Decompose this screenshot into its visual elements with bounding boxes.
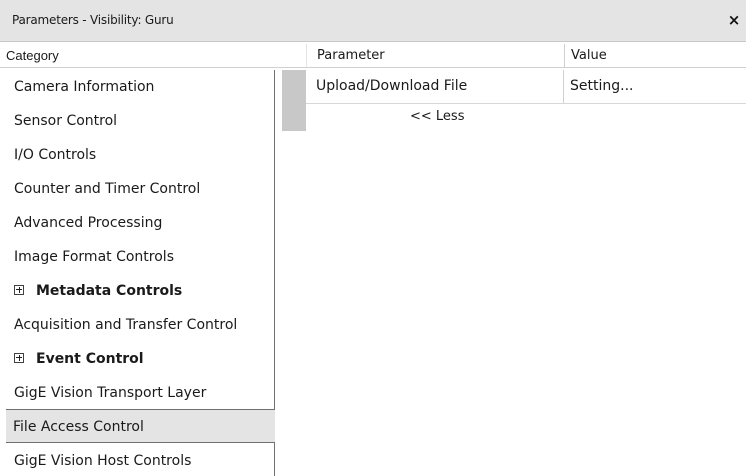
category-item[interactable]: Sensor Control [7,104,274,138]
category-item[interactable]: Image Format Controls [7,240,274,274]
category-list: Camera Information Sensor Control I/O Cont… [6,70,275,476]
category-label: Sensor Control [14,113,118,129]
less-button[interactable]: << Less [410,106,464,128]
grid-header: Category Parameter Value [0,44,746,68]
close-icon: × [727,11,741,29]
category-item[interactable]: File Access Control [6,409,275,443]
category-column-header: Category [6,48,59,63]
category-label: I/O Controls [14,147,97,163]
category-item[interactable]: Event Control [7,342,274,376]
category-label: Image Format Controls [14,249,174,265]
row-selector[interactable] [282,70,306,131]
parameter-row[interactable]: Upload/Download File Setting... [306,70,746,104]
category-item[interactable]: Metadata Controls [7,274,274,308]
category-label: Counter and Timer Control [14,181,201,197]
category-label: Acquisition and Transfer Control [14,317,238,333]
category-label: GigE Vision Host Controls [14,453,192,469]
category-item[interactable]: Counter and Timer Control [7,172,274,206]
category-label: Metadata Controls [36,283,183,299]
category-label: GigE Vision Transport Layer [14,385,207,401]
category-item[interactable]: Camera Information [7,70,274,104]
category-item[interactable]: I/O Controls [7,138,274,172]
parameters-window: Parameters - Visibility: Guru × Category… [0,0,746,476]
category-label: Event Control [36,351,144,367]
close-button[interactable]: × [724,9,744,31]
category-item[interactable]: Advanced Processing [7,206,274,240]
category-item[interactable]: Acquisition and Transfer Control [7,308,274,342]
category-item[interactable]: GigE Vision Transport Layer [7,376,274,410]
title-bar[interactable]: Parameters - Visibility: Guru × [0,0,746,42]
expand-plus-icon[interactable] [14,284,24,295]
parameter-value-cell[interactable]: Setting... [564,70,746,103]
category-label: File Access Control [13,419,144,435]
category-label: Advanced Processing [14,215,163,231]
parameter-name-cell[interactable]: Upload/Download File [306,70,564,103]
category-label: Camera Information [14,79,155,95]
expand-plus-icon[interactable] [14,352,24,363]
window-title: Parameters - Visibility: Guru [12,13,174,27]
parameter-column-header[interactable]: Parameter [306,44,564,67]
category-item[interactable]: GigE Vision Host Controls [7,444,274,476]
value-column-header[interactable]: Value [564,44,746,67]
